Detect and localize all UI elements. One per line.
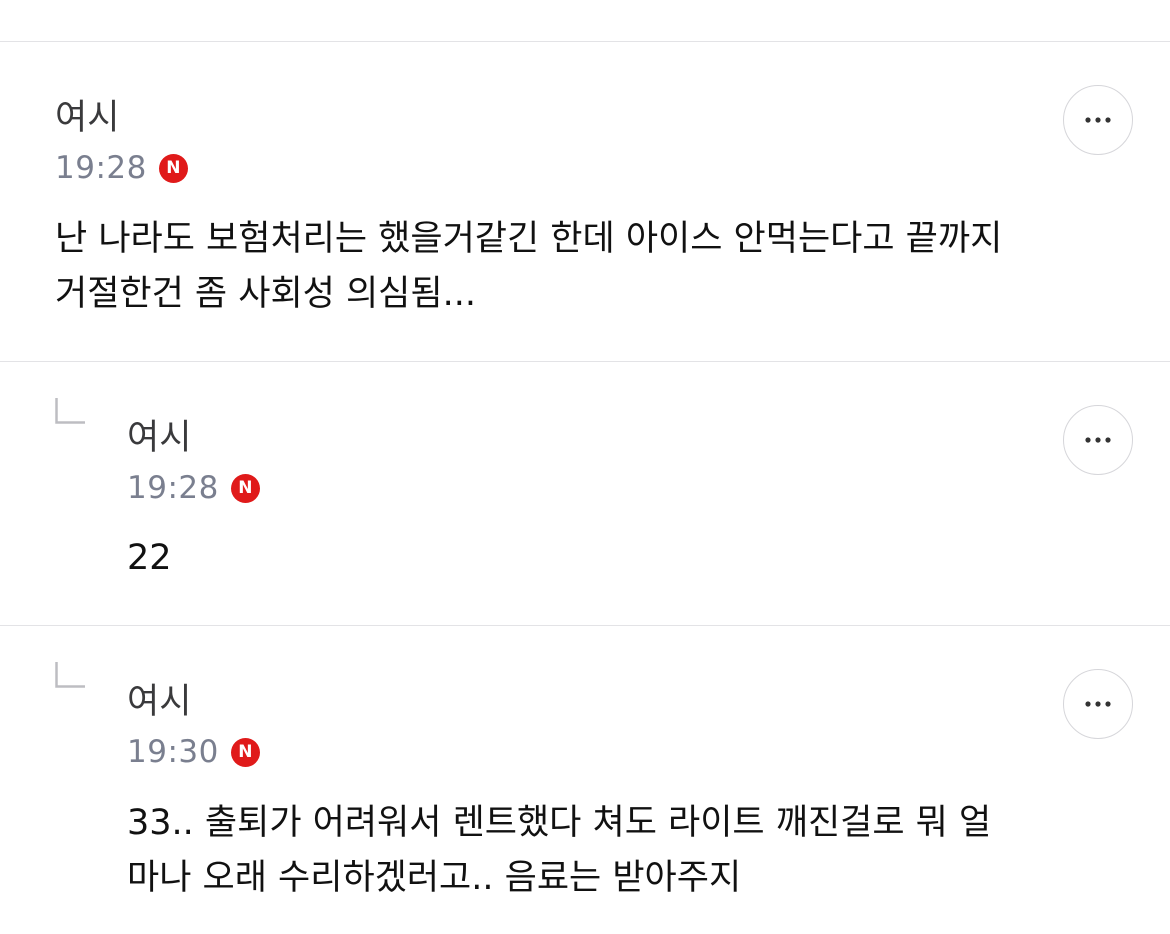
new-badge-icon: N [158,153,188,183]
comment-text-line: 마나 오래 수리하겠러고.. 음료는 받아주지 [127,858,742,898]
new-badge-icon: N [230,473,260,503]
more-horizontal-icon [1085,437,1111,443]
comment-text: 난 나라도 보험처리는 했을거같긴 한데 아이스 안먹는다고 끝까지 거절한건 … [55,212,1002,322]
comment-text-line: 33.. 출퇴가 어려워서 렌트했다 쳐도 라이트 깨진걸로 뭐 얼 [127,803,992,843]
comment-meta: 19:30 N [127,732,260,772]
comment-meta: 19:28 N [55,148,188,188]
comment-text-line: 난 나라도 보험처리는 했을거같긴 한데 아이스 안먹는다고 끝까지 [55,219,1003,259]
reply-arrow-icon [55,398,85,424]
more-options-button[interactable] [1063,405,1133,475]
more-horizontal-icon [1085,117,1111,123]
reply-comment: 여시 19:30 N 33.. 출퇴가 어려워서 렌트했다 쳐도 라이트 깨진걸… [0,626,1170,934]
reply-arrow-icon [55,662,85,688]
comment-time: 19:30 [127,734,219,770]
new-badge-icon: N [230,737,260,767]
reply-comment: 여시 19:28 N 22 [0,362,1170,625]
comment-text-line: 거절한건 좀 사회성 의심됨... [55,274,476,314]
comment-text-line: 22 [127,538,172,578]
comment-time: 19:28 [127,470,219,506]
comment-author[interactable]: 여시 [127,418,191,458]
more-options-button[interactable] [1063,669,1133,739]
comment: 여시 19:28 N 난 나라도 보험처리는 했을거같긴 한데 아이스 안먹는다… [0,42,1170,361]
comment-author[interactable]: 여시 [127,682,191,722]
comment-text: 33.. 출퇴가 어려워서 렌트했다 쳐도 라이트 깨진걸로 뭐 얼 마나 오래… [127,796,991,906]
comment-time: 19:28 [55,150,147,186]
more-options-button[interactable] [1063,85,1133,155]
comment-author[interactable]: 여시 [55,98,119,138]
more-horizontal-icon [1085,701,1111,707]
comment-meta: 19:28 N [127,468,260,508]
comment-text: 22 [127,531,172,586]
